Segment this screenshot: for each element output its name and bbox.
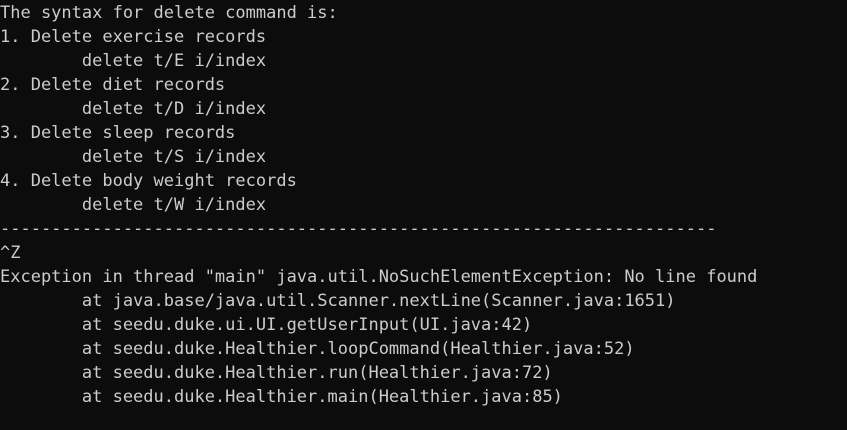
stack-trace-line: at java.base/java.util.Scanner.nextLine(… bbox=[0, 291, 676, 311]
syntax-heading: The syntax for delete command is: bbox=[0, 3, 338, 23]
stack-trace-line: at seedu.duke.Healthier.loopCommand(Heal… bbox=[0, 339, 635, 359]
exception-message: Exception in thread "main" java.util.NoS… bbox=[0, 267, 758, 287]
sleep-option: 3. Delete sleep records bbox=[0, 123, 236, 143]
exercise-option: 1. Delete exercise records bbox=[0, 27, 267, 47]
exercise-command: delete t/E i/index bbox=[0, 51, 267, 71]
stack-trace-line: at seedu.duke.ui.UI.getUserInput(UI.java… bbox=[0, 315, 533, 335]
stack-trace-line: at seedu.duke.Healthier.main(Healthier.j… bbox=[0, 387, 563, 407]
diet-command: delete t/D i/index bbox=[0, 99, 267, 119]
separator-line: ----------------------------------------… bbox=[0, 219, 717, 239]
diet-option: 2. Delete diet records bbox=[0, 75, 226, 95]
console-output[interactable]: The syntax for delete command is: 1. Del… bbox=[0, 0, 847, 430]
eof-marker: ^Z bbox=[0, 243, 21, 263]
body-weight-command: delete t/W i/index bbox=[0, 195, 267, 215]
sleep-command: delete t/S i/index bbox=[0, 147, 267, 167]
stack-trace-line: at seedu.duke.Healthier.run(Healthier.ja… bbox=[0, 363, 553, 383]
body-weight-option: 4. Delete body weight records bbox=[0, 171, 297, 191]
